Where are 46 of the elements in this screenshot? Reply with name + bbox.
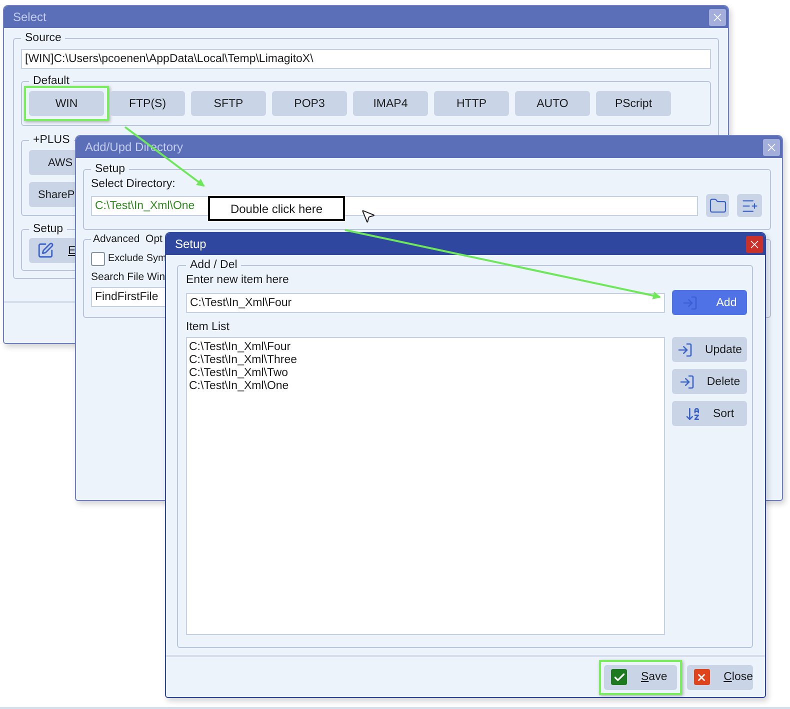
cursor-icon — [360, 208, 376, 224]
enter-icon — [678, 374, 695, 390]
edit-icon — [37, 242, 54, 259]
protocol-button[interactable]: POP3 — [272, 91, 347, 116]
entry-field[interactable]: C:\Test\In_Xml\Four — [186, 292, 665, 312]
window-title: Setup — [175, 237, 206, 251]
group-label: Add / Del — [189, 259, 238, 271]
close-button[interactable] — [709, 8, 726, 26]
protocol-button[interactable]: AUTO — [515, 91, 590, 116]
item-list[interactable]: C:\Test\In_Xml\Four C:\Test\In_Xml\Three C:\Test\In_Xml\Two C:\Test\In_Xml\One — [186, 337, 665, 635]
protocol-button[interactable]: HTTP — [434, 91, 509, 116]
protocol-button[interactable]: FTP(S) — [110, 91, 185, 116]
list-item[interactable]: C:\Test\In_Xml\Four — [189, 341, 291, 354]
add-button[interactable]: Add — [672, 290, 747, 315]
window-title: Select — [13, 10, 46, 24]
folder-icon — [708, 196, 727, 214]
source-field[interactable]: [WIN]C:\Users\pcoenen\AppData\Local\Temp\LimagitoX\ — [21, 49, 711, 69]
enter-icon — [676, 342, 693, 358]
checkbox[interactable] — [91, 252, 105, 266]
callout: Double click here — [208, 196, 345, 221]
field-label: Item List — [186, 321, 230, 333]
list-item[interactable]: C:\Test\In_Xml\One — [189, 380, 289, 393]
protocol-button[interactable]: IMAP4 — [353, 91, 428, 116]
close-button[interactable] — [763, 138, 780, 156]
sort-icon — [684, 406, 701, 422]
protocol-button[interactable]: SFTP — [191, 91, 266, 116]
dialog-button[interactable]: Close — [687, 664, 753, 690]
dialog-button[interactable]: Save — [604, 664, 677, 690]
list-item[interactable]: C:\Test\In_Xml\Two — [189, 367, 288, 380]
list-item[interactable]: C:\Test\In_Xml\Three — [189, 354, 298, 367]
list-action-button[interactable]: Update — [672, 337, 747, 362]
close-button[interactable] — [746, 236, 763, 252]
list-action-button[interactable]: Sort — [672, 401, 747, 426]
list-button[interactable] — [737, 194, 762, 217]
close-icon — [694, 669, 710, 685]
group-label: +PLUS — [32, 134, 71, 146]
group-label: Setup — [32, 223, 64, 235]
field-label: Enter new item here — [186, 274, 289, 286]
protocol-button[interactable]: PScript — [596, 91, 671, 116]
protocol-button[interactable]: WIN — [29, 91, 104, 116]
group-label: Default — [32, 75, 70, 87]
group-label: Source — [24, 32, 62, 44]
browse-button[interactable] — [706, 194, 729, 217]
field-label: Search File Win — [91, 271, 166, 283]
list-action-button[interactable]: Delete — [672, 369, 747, 394]
check-icon — [611, 669, 627, 685]
